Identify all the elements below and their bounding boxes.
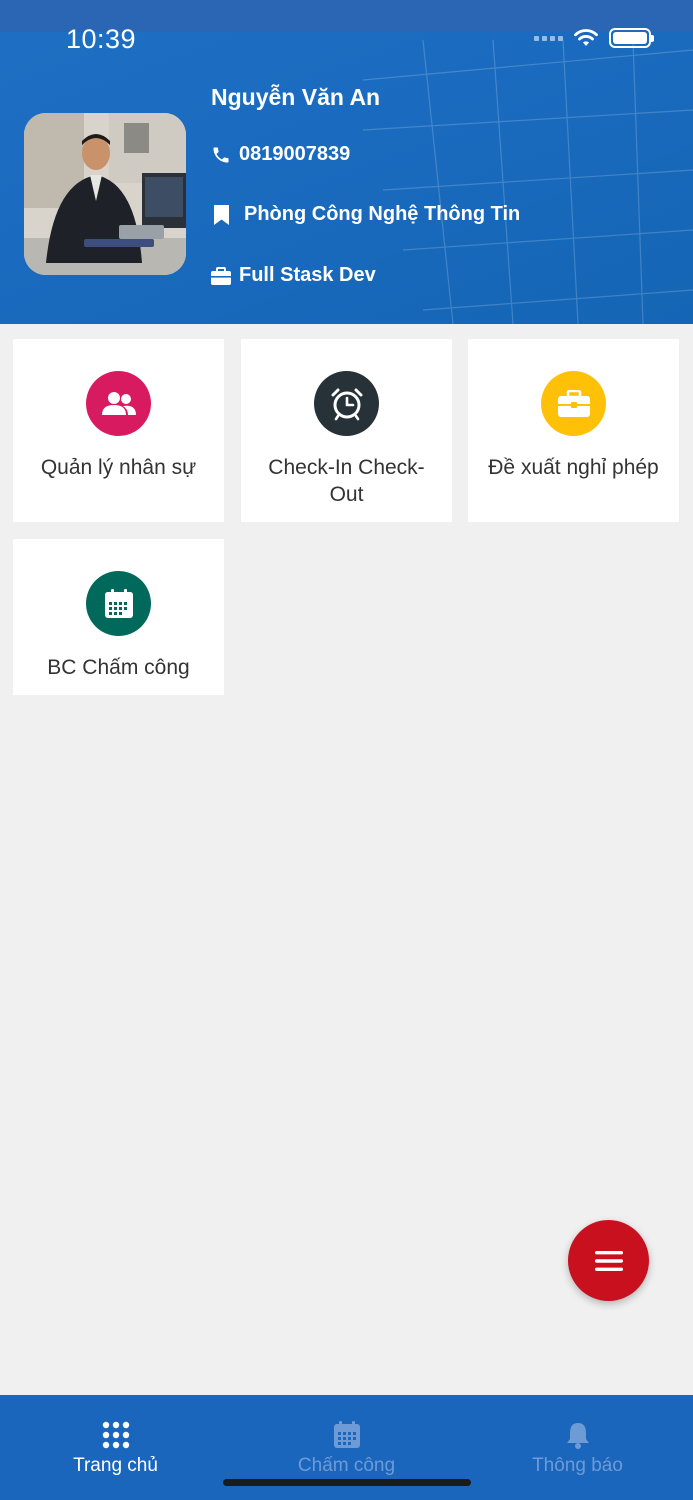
nav-label: Chấm công <box>297 1455 396 1476</box>
department-name: Phòng Công Nghệ Thông Tin <box>244 203 521 225</box>
status-time: 10:39 <box>66 24 137 54</box>
menu-fab-button[interactable] <box>568 1220 649 1301</box>
tile-label: BC Chấm công <box>47 656 190 679</box>
tile-label: Check-In Check-Out <box>268 456 425 506</box>
calendar-icon <box>333 1421 360 1448</box>
signal-icon <box>534 35 563 41</box>
phone-icon <box>213 147 229 162</box>
tile-label: Quản lý nhân sự <box>40 456 197 479</box>
tile-icon-circle <box>541 371 606 436</box>
tile-leave-request[interactable]: Đề xuất nghỉ phép <box>468 339 679 522</box>
wifi-icon <box>574 29 598 46</box>
tile-icon-circle <box>314 371 379 436</box>
nav-item-home[interactable]: Trang chủ <box>0 1395 231 1500</box>
briefcase-icon <box>211 266 231 285</box>
tile-icon-circle <box>86 371 151 436</box>
header-background-pattern <box>363 40 693 324</box>
position-row: Full Stask Dev <box>211 264 376 287</box>
tile-icon-circle <box>86 571 151 636</box>
grid-icon <box>102 1421 129 1449</box>
calendar-icon <box>104 588 133 618</box>
department-row: Phòng Công Nghệ Thông Tin <box>213 203 520 226</box>
nav-item-notifications[interactable]: Thông báo <box>462 1395 693 1500</box>
tile-hr-management[interactable]: Quản lý nhân sự <box>13 339 224 522</box>
tile-check-in-check-out[interactable]: Check-In Check-Out <box>241 339 452 522</box>
battery-icon <box>609 28 654 48</box>
nav-label: Thông báo <box>532 1455 623 1476</box>
avatar[interactable] <box>24 113 186 275</box>
position-title: Full Stask Dev <box>239 264 376 286</box>
profile-header: 10:39 Nguyễn Văn An 0819007839 Phòng Côn… <box>0 0 693 324</box>
phone-number: 0819007839 <box>239 143 351 165</box>
bookmark-icon <box>214 204 229 225</box>
people-icon <box>101 391 136 415</box>
bell-icon <box>566 1423 589 1449</box>
profile-name: Nguyễn Văn An <box>211 84 381 110</box>
avatar-photo <box>24 113 186 275</box>
tile-label: Đề xuất nghỉ phép <box>488 456 659 479</box>
nav-label: Trang chủ <box>73 1455 158 1476</box>
alarm-clock-icon <box>331 388 362 420</box>
status-icons <box>534 28 654 48</box>
tile-attendance-report[interactable]: BC Chấm công <box>13 539 224 695</box>
briefcase-icon <box>557 389 590 417</box>
phone-row: 0819007839 <box>211 143 350 166</box>
home-indicator <box>223 1479 471 1486</box>
menu-icon <box>594 1250 623 1271</box>
